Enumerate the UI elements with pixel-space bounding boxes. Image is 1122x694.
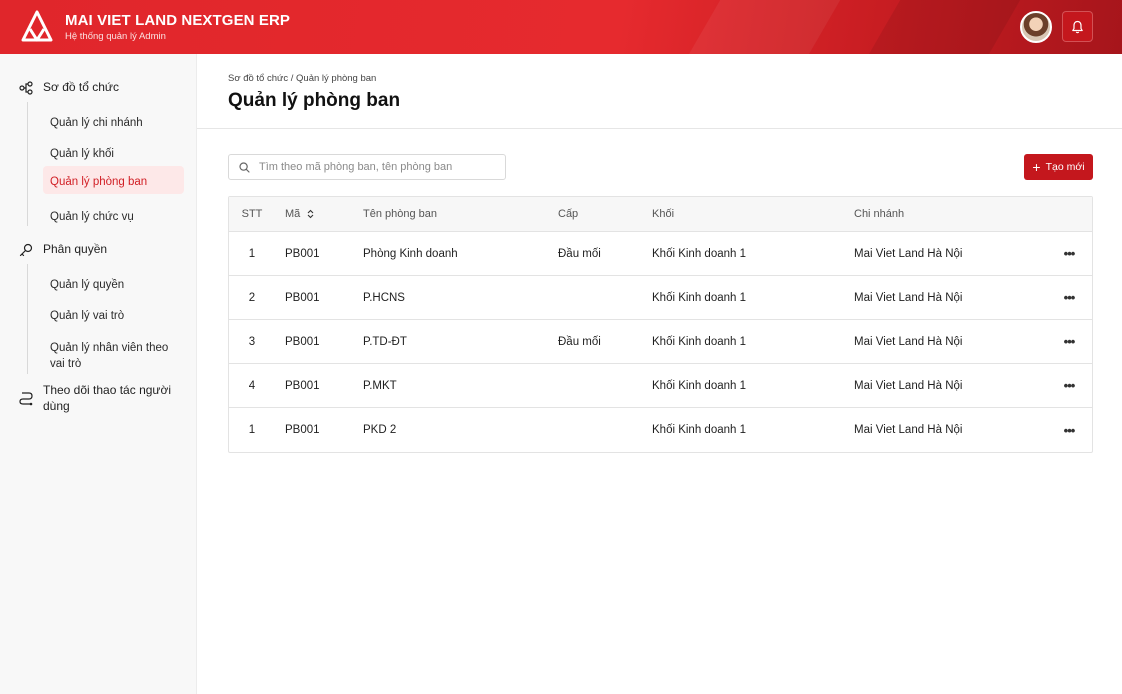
sidebar: Sơ đồ tổ chức Quản lý chi nhánh Quản lý …: [0, 54, 197, 694]
cell-name: PKD 2: [363, 424, 397, 436]
column-header-level: Cấp: [558, 208, 579, 220]
app-subtitle: Hệ thống quản lý Admin: [65, 31, 166, 42]
table-row[interactable]: 3 PB001 P.TD-ĐT Đầu mối Khối Kinh doanh …: [229, 320, 1092, 364]
cell-division: Khối Kinh doanh 1: [652, 335, 746, 348]
cell-stt: 4: [248, 379, 256, 392]
page-title: Quản lý phòng ban: [228, 90, 401, 111]
more-horizontal-icon[interactable]: •••: [1057, 276, 1081, 319]
more-horizontal-icon[interactable]: •••: [1057, 320, 1081, 363]
create-button[interactable]: + Tạo mới: [1024, 154, 1093, 180]
sort-icon[interactable]: [307, 209, 314, 219]
search-icon: [239, 161, 250, 173]
cell-name: P.MKT: [363, 379, 397, 392]
more-horizontal-icon[interactable]: •••: [1057, 408, 1081, 452]
sidebar-item-roles[interactable]: Quản lý vai trò: [43, 302, 184, 330]
sidebar-item-division[interactable]: Quản lý khối: [43, 140, 184, 168]
cell-code: PB001: [285, 291, 320, 304]
notification-button[interactable]: [1062, 11, 1093, 42]
sidebar-item-permissions[interactable]: Quản lý quyền: [43, 271, 184, 299]
more-horizontal-icon[interactable]: •••: [1057, 232, 1081, 275]
cell-code: PB001: [285, 424, 320, 436]
table-row[interactable]: 4 PB001 P.MKT Khối Kinh doanh 1 Mai Viet…: [229, 364, 1092, 408]
cell-code: PB001: [285, 379, 320, 392]
cell-branch: Mai Viet Land Hà Nội: [854, 379, 963, 392]
route-icon: [19, 392, 33, 406]
sidebar-item-branch[interactable]: Quản lý chi nhánh: [43, 109, 184, 137]
column-header-stt: STT: [241, 208, 263, 220]
org-chart-icon: [19, 81, 33, 95]
sidebar-group-label: Theo dõi thao tác người dùng: [43, 383, 171, 413]
cell-name: P.TD-ĐT: [363, 335, 407, 348]
tree-line: [27, 102, 28, 226]
table-header: STT Mã Tên phòng ban Cấp Khối Chi nhánh: [229, 197, 1092, 232]
table-row[interactable]: 1 PB001 Phòng Kinh doanh Đầu mối Khối Ki…: [229, 232, 1092, 276]
cell-stt: 1: [248, 247, 256, 260]
sidebar-group-activity[interactable]: Theo dõi thao tác người dùng: [18, 382, 183, 414]
cell-level: Đầu mối: [558, 335, 601, 348]
sidebar-item-position[interactable]: Quản lý chức vụ: [43, 203, 184, 231]
header-decoration: [848, 0, 1032, 54]
cell-branch: Mai Viet Land Hà Nội: [854, 247, 963, 260]
cell-name: Phòng Kinh doanh: [363, 247, 458, 260]
column-header-branch: Chi nhánh: [854, 208, 905, 220]
cell-code: PB001: [285, 247, 320, 260]
sidebar-group-org-chart[interactable]: Sơ đồ tổ chức: [18, 79, 119, 96]
table-row[interactable]: 2 PB001 P.HCNS Khối Kinh doanh 1 Mai Vie…: [229, 276, 1092, 320]
sidebar-item-department[interactable]: Quản lý phòng ban: [43, 166, 184, 194]
sidebar-group-label: Phân quyền: [43, 242, 108, 256]
app-header: MAI VIET LAND NEXTGEN ERP Hệ thống quản …: [0, 0, 1122, 54]
sidebar-item-staff-by-role[interactable]: Quản lý nhân viên theo vai trò: [43, 334, 184, 378]
cell-code: PB001: [285, 335, 320, 348]
column-header-code-label: Mã: [285, 208, 301, 220]
brand-logo-icon[interactable]: [21, 10, 53, 44]
cell-name: P.HCNS: [363, 291, 405, 304]
cell-branch: Mai Viet Land Hà Nội: [854, 335, 963, 348]
cell-division: Khối Kinh doanh 1: [652, 379, 746, 392]
column-header-division: Khối: [652, 208, 675, 220]
cell-level: Đầu mối: [558, 247, 601, 260]
cell-division: Khối Kinh doanh 1: [652, 247, 746, 260]
plus-icon: +: [1032, 158, 1041, 175]
departments-table: STT Mã Tên phòng ban Cấp Khối Chi nhánh …: [228, 196, 1093, 453]
sidebar-group-label: Sơ đồ tổ chức: [43, 80, 119, 94]
cell-branch: Mai Viet Land Hà Nội: [854, 424, 963, 436]
user-avatar[interactable]: [1020, 11, 1052, 43]
cell-stt: 2: [248, 291, 256, 304]
cell-stt: 3: [248, 335, 256, 348]
tree-line: [27, 264, 28, 374]
search-box[interactable]: [228, 154, 506, 180]
create-button-label: Tạo mới: [1045, 161, 1085, 173]
cell-stt: 1: [248, 424, 256, 436]
header-divider: [197, 128, 1122, 129]
cell-division: Khối Kinh doanh 1: [652, 424, 746, 436]
more-horizontal-icon[interactable]: •••: [1057, 364, 1081, 407]
column-header-name: Tên phòng ban: [363, 208, 438, 220]
header-decoration: [668, 0, 852, 54]
search-input[interactable]: [259, 161, 489, 173]
column-header-code[interactable]: Mã: [285, 197, 314, 231]
bell-icon: [1072, 20, 1083, 33]
cell-division: Khối Kinh doanh 1: [652, 291, 746, 304]
cell-branch: Mai Viet Land Hà Nội: [854, 291, 963, 304]
key-icon: [19, 243, 33, 257]
table-row[interactable]: 1 PB001 PKD 2 Khối Kinh doanh 1 Mai Viet…: [229, 408, 1092, 452]
sidebar-group-permissions[interactable]: Phân quyền: [18, 241, 107, 258]
app-title: MAI VIET LAND NEXTGEN ERP: [65, 12, 291, 29]
breadcrumb[interactable]: Sơ đồ tổ chức / Quản lý phòng ban: [228, 73, 376, 84]
